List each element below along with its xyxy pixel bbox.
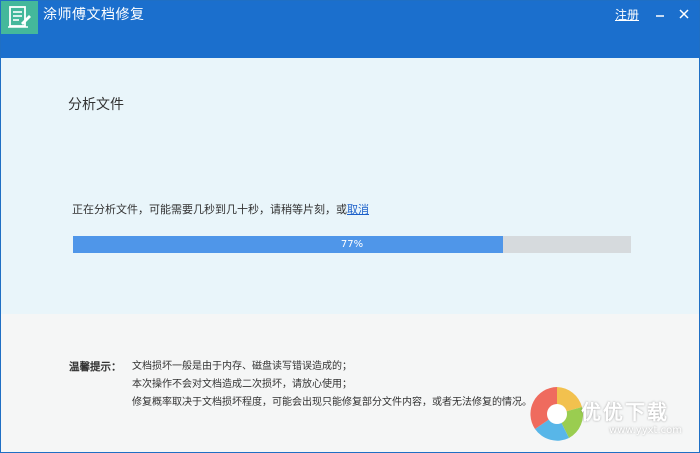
close-button[interactable] [676,6,692,22]
register-link[interactable]: 注册 [615,7,639,23]
progress-label: 77% [340,239,364,250]
analysis-panel: 分析文件 正在分析文件，可能需要几秒到几十秒，请稍等片刻，或取消 77% [1,58,699,314]
tip-line: 本次操作不会对文档造成二次损坏，请放心使用； [132,379,352,390]
watermark-url: www.yyxt.com [609,425,683,436]
tip-line: 文档损坏一般是由于内存、磁盘读写错误造成的； [132,361,352,372]
status-message: 正在分析文件，可能需要几秒到几十秒，请稍等片刻，或取消 [72,203,369,217]
watermark-logo-icon [530,387,584,441]
tip-label: 温馨提示： [69,361,122,373]
app-window: 涂师傅文档修复 注册 分析文件 正在分析文件，可能需要几秒到几十秒，请稍等片刻，… [0,0,700,453]
minimize-icon [656,15,664,17]
title-bar[interactable]: 涂师傅文档修复 注册 [1,1,699,58]
status-text: 正在分析文件，可能需要几秒到几十秒，请稍等片刻，或 [72,203,347,216]
watermark: 优优下载 www.yyxt.com [529,381,699,447]
watermark-text: 优优下载 [581,400,669,424]
close-icon [679,9,689,19]
cancel-link[interactable]: 取消 [347,203,369,216]
document-logo-icon [1,1,38,34]
progress-bar: 77% [73,236,631,253]
app-title: 涂师傅文档修复 [43,7,145,23]
tip-line: 修复概率取决于文档损坏程度，可能会出现只能修复部分文件内容，或者无法修复的情况。 [132,397,532,408]
section-title: 分析文件 [68,97,124,113]
minimize-button[interactable] [652,6,668,22]
